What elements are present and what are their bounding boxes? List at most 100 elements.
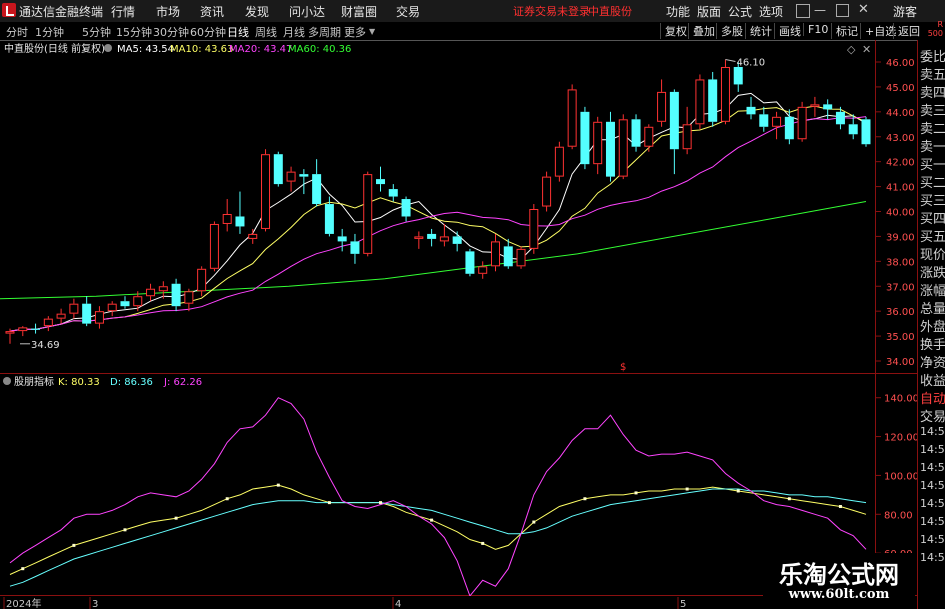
candle-body — [69, 303, 79, 314]
high-price-label: 46.10 — [736, 58, 765, 69]
tick-time: 14:56 — [920, 461, 945, 474]
settings-icon[interactable] — [104, 44, 112, 52]
period-tab[interactable]: 60分钟 — [190, 24, 226, 40]
draw-line-button[interactable]: 画线 — [774, 23, 801, 39]
collapse-icon[interactable]: ◇ — [847, 43, 856, 56]
login-warning[interactable]: 证券交易未登录 — [513, 3, 590, 19]
candle-body — [823, 104, 833, 110]
candle-body — [209, 223, 219, 269]
side-item[interactable]: 外盘 — [920, 316, 945, 335]
menu-quotes[interactable]: 行情 — [111, 3, 135, 20]
candle-body — [631, 119, 641, 147]
side-item[interactable]: 买二 — [920, 172, 945, 191]
back-button[interactable]: 返回 — [893, 23, 920, 39]
kdj-k-label: K: 80.33 — [58, 377, 100, 388]
side-item[interactable]: 涨跌 — [920, 262, 945, 281]
f10-button[interactable]: F10 — [803, 23, 828, 36]
menu-wealth[interactable]: 财富圈 — [341, 3, 377, 20]
kdj-settings-icon[interactable] — [3, 377, 11, 385]
side-item[interactable]: 委比 — [920, 46, 945, 65]
side-item[interactable]: 涨幅 — [920, 280, 945, 299]
chevron-down-icon[interactable]: ▼ — [369, 27, 375, 36]
period-tab[interactable]: 多周期 — [308, 24, 341, 40]
menu-ask[interactable]: 问小达 — [289, 3, 325, 20]
y-tick-label: 120.00 — [884, 433, 917, 444]
candle-body — [261, 154, 271, 229]
mark-button[interactable]: 标记 — [831, 23, 858, 39]
kdj-k-dot — [736, 489, 740, 493]
candle-body — [222, 213, 232, 224]
side-item[interactable]: 卖一 — [920, 136, 945, 155]
menu-function[interactable]: 功能 — [666, 3, 690, 20]
period-tab[interactable]: 周线 — [255, 24, 277, 40]
candle-body — [465, 251, 475, 274]
window-icon[interactable] — [796, 4, 810, 18]
side-item[interactable]: 现价 — [920, 244, 945, 263]
price-chart[interactable]: 34.00 35.00 36.00 37.00 38.00 39.00 40.00 41.00… — [0, 40, 917, 374]
candle-body — [567, 89, 577, 147]
multi-stock-button[interactable]: 多股 — [716, 23, 743, 39]
side-item[interactable]: 净资 — [920, 352, 945, 371]
menu-news[interactable]: 资讯 — [200, 3, 224, 20]
overlay-button[interactable]: 叠加 — [688, 23, 715, 39]
kdj-k-dot — [583, 497, 587, 501]
high-pointer — [725, 59, 736, 62]
watermark: 乐淘公式网 www.60lt.com — [763, 553, 915, 605]
kdj-k-dot — [685, 487, 689, 491]
tick-time: 14:56 — [920, 497, 945, 510]
kdj-k-dot — [225, 497, 229, 501]
candle-body — [478, 266, 488, 274]
side-item[interactable]: 买一 — [920, 154, 945, 173]
side-item[interactable]: 买三 — [920, 190, 945, 209]
side-item[interactable]: 卖三 — [920, 100, 945, 119]
side-item[interactable]: 卖五 — [920, 64, 945, 83]
candle-body — [414, 236, 424, 239]
candle-body — [82, 303, 92, 324]
kdj-k-dot — [532, 520, 536, 524]
menu-layout[interactable]: 版面 — [697, 3, 721, 20]
side-item[interactable]: 买五 — [920, 226, 945, 245]
side-item[interactable]: 卖四 — [920, 82, 945, 101]
close-icon[interactable]: ✕ — [858, 2, 869, 17]
menu-discover[interactable]: 发现 — [245, 3, 269, 20]
candle-body — [107, 303, 117, 312]
menu-bar: 通达信金融终端 行情 市场 资讯 发现 问小达 财富圈 交易 证券交易未登录 中… — [0, 0, 945, 23]
side-item[interactable]: 卖二 — [920, 118, 945, 137]
side-item[interactable]: 买四 — [920, 208, 945, 227]
close-panel-icon[interactable]: ✕ — [862, 43, 871, 56]
period-tab[interactable]: 15分钟 — [116, 24, 152, 40]
trade-label[interactable]: 交易 — [920, 406, 945, 425]
period-tab[interactable]: 5分钟 — [82, 24, 111, 40]
ma10-label: MA10: 43.63 — [170, 44, 233, 55]
candle-body — [542, 176, 552, 207]
candle-body — [516, 248, 526, 267]
period-tab[interactable]: 30分钟 — [153, 24, 189, 40]
candle-body — [810, 104, 820, 107]
restore-button[interactable]: 复权 — [660, 23, 687, 39]
tick-time: 14:56 — [920, 551, 945, 564]
side-item[interactable]: 总量 — [920, 298, 945, 317]
kdj-k-dot — [430, 518, 434, 522]
period-tab[interactable]: 月线 — [283, 24, 305, 40]
period-tab-active[interactable]: 日线 — [227, 24, 249, 40]
candle-body — [56, 313, 66, 319]
candle-body — [248, 233, 258, 239]
candle-body — [18, 327, 28, 332]
maximize-icon[interactable] — [836, 4, 849, 17]
minimize-icon[interactable]: — — [814, 3, 826, 17]
menu-trade[interactable]: 交易 — [396, 3, 420, 20]
stats-button[interactable]: 统计 — [745, 23, 772, 39]
period-tab[interactable]: 1分钟 — [35, 24, 64, 40]
guest-label[interactable]: 游客 — [893, 3, 917, 20]
add-watchlist-button[interactable]: +自选 — [860, 23, 896, 39]
menu-formula[interactable]: 公式 — [728, 3, 752, 20]
candle-body — [605, 121, 615, 177]
menu-options[interactable]: 选项 — [759, 3, 783, 20]
kdj-k-dot — [276, 483, 280, 487]
side-item[interactable]: 换手 — [920, 334, 945, 353]
side-item[interactable]: 收益 — [920, 370, 945, 389]
period-tab-more[interactable]: 更多 — [344, 24, 366, 40]
period-tab[interactable]: 分时 — [6, 24, 28, 40]
auto-toggle[interactable]: 自动 — [920, 388, 945, 407]
menu-market[interactable]: 市场 — [156, 3, 180, 20]
